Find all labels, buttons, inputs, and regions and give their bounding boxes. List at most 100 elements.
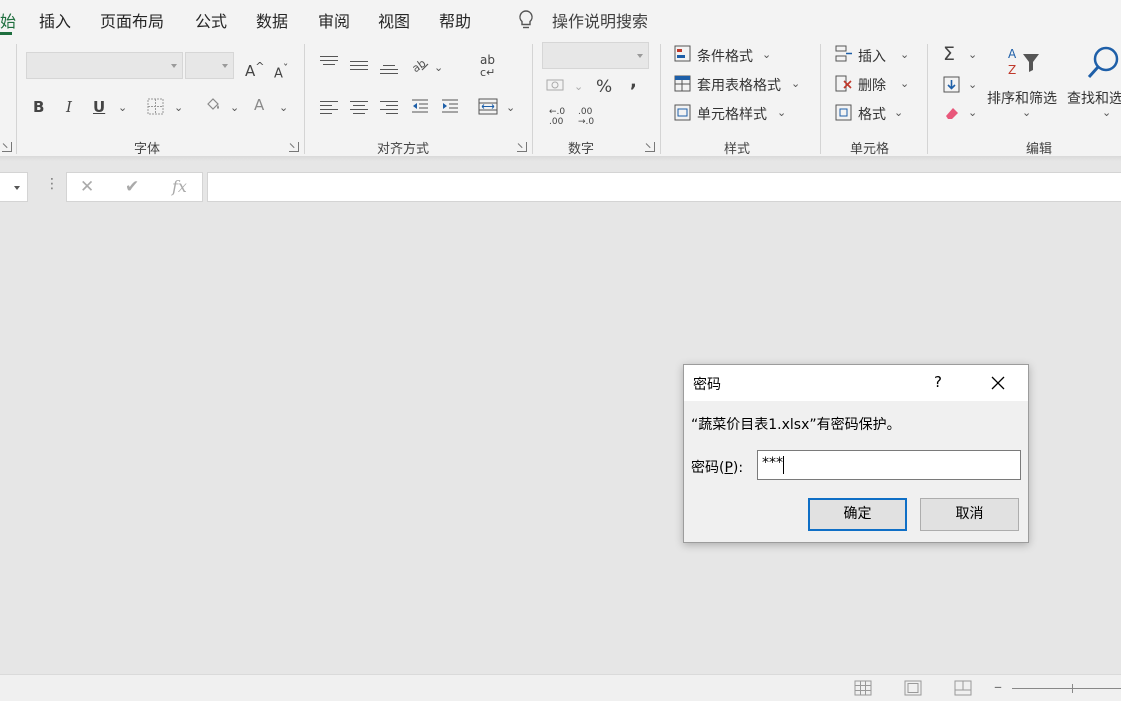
separator — [16, 44, 17, 154]
number-format-combo[interactable] — [542, 42, 649, 69]
chevron-down-icon[interactable]: ⌄ — [506, 101, 515, 114]
font-launcher-icon[interactable] — [289, 142, 299, 152]
align-top-icon[interactable] — [320, 56, 338, 68]
sort-filter-icon: A Z — [1008, 47, 1039, 77]
chevron-down-icon[interactable]: ⌄ — [174, 101, 183, 114]
align-center-icon[interactable] — [350, 101, 368, 117]
chevron-down-icon[interactable]: ⌄ — [118, 101, 127, 114]
decrease-decimal-button[interactable]: .00 →.0 — [578, 107, 594, 127]
zoom-out-button[interactable]: – — [994, 677, 1002, 696]
dialog-title: 密码 — [693, 377, 721, 393]
decrease-indent-icon[interactable] — [410, 98, 430, 115]
accounting-format-icon[interactable] — [546, 78, 566, 94]
chevron-down-icon[interactable]: ⌄ — [230, 101, 239, 114]
zoom-slider-thumb[interactable] — [1072, 684, 1073, 693]
merge-center-icon[interactable] — [478, 98, 498, 115]
normal-view-icon[interactable] — [854, 680, 872, 696]
font-name-combo[interactable] — [26, 52, 183, 79]
percent-style-button[interactable]: % — [596, 77, 612, 97]
tab-help[interactable]: 帮助 — [439, 8, 471, 32]
alignment-launcher-icon[interactable] — [517, 142, 527, 152]
separator — [660, 44, 661, 154]
insert-cells-label: 插入 — [858, 49, 886, 65]
svg-text:ab: ab — [410, 57, 428, 74]
comma-style-button[interactable]: , — [630, 72, 637, 92]
sort-filter-label: 排序和筛选 — [987, 91, 1057, 107]
menu-bar: 始 插入 页面布局 公式 数据 审阅 视图 帮助 操作说明搜索 — [0, 0, 1121, 38]
password-label-suffix: ): — [732, 460, 744, 476]
cancel-formula-icon[interactable]: ✕ — [80, 177, 94, 197]
lightbulb-icon — [519, 10, 533, 29]
align-bottom-icon[interactable] — [380, 65, 398, 77]
tell-me-search[interactable]: 操作说明搜索 — [552, 8, 648, 32]
tab-review[interactable]: 审阅 — [318, 8, 350, 32]
close-icon[interactable] — [987, 372, 1009, 394]
editing-group-label: 编辑 — [1026, 142, 1053, 157]
formula-bar-grip-icon[interactable]: ⋮ — [45, 176, 59, 192]
help-button[interactable]: ? — [934, 373, 942, 391]
tab-page-layout[interactable]: 页面布局 — [100, 8, 164, 32]
align-right-icon[interactable] — [380, 101, 398, 117]
ok-button[interactable]: 确定 — [808, 498, 907, 531]
chevron-down-icon[interactable]: ⌄ — [968, 106, 977, 119]
autosum-button[interactable]: Σ — [943, 44, 955, 64]
fill-down-icon[interactable] — [943, 76, 961, 94]
align-middle-icon[interactable] — [350, 61, 368, 73]
chevron-down-icon: ⌄ — [900, 48, 910, 61]
password-input[interactable]: *** — [757, 450, 1021, 480]
grow-font-icon: A — [245, 62, 256, 80]
chevron-down-icon: ⌄ — [1102, 106, 1112, 119]
tab-formulas[interactable]: 公式 — [195, 8, 227, 32]
underline-button[interactable]: U — [93, 97, 105, 117]
separator — [820, 44, 821, 154]
bold-button[interactable]: B — [33, 97, 44, 117]
chevron-down-icon[interactable]: ⌄ — [968, 78, 977, 91]
page-break-view-icon[interactable] — [954, 680, 972, 696]
alignment-group-label: 对齐方式 — [377, 142, 430, 157]
clear-eraser-icon[interactable] — [943, 104, 961, 122]
separator — [927, 44, 928, 154]
chevron-down-icon[interactable]: ⌄ — [968, 48, 977, 61]
font-color-button[interactable]: A — [254, 95, 264, 115]
tab-insert[interactable]: 插入 — [39, 8, 71, 32]
password-label: 密码(P): — [691, 457, 743, 477]
tab-data[interactable]: 数据 — [256, 8, 288, 32]
font-size-combo[interactable] — [185, 52, 234, 79]
shrink-font-button[interactable]: Aˇ — [274, 59, 288, 84]
chevron-down-icon — [171, 64, 177, 68]
chevron-down-icon[interactable]: ⌄ — [434, 61, 443, 74]
page-layout-view-icon[interactable] — [904, 680, 922, 696]
chevron-down-icon[interactable]: ⌄ — [574, 80, 583, 93]
table-icon — [674, 75, 691, 92]
chevron-down-icon: ⌄ — [1022, 106, 1032, 119]
cancel-button[interactable]: 取消 — [920, 498, 1019, 531]
zoom-slider[interactable] — [1012, 688, 1121, 689]
tab-view[interactable]: 视图 — [378, 8, 410, 32]
tab-home[interactable]: 始 — [0, 8, 16, 32]
insert-cells-icon — [835, 45, 852, 62]
align-left-icon[interactable] — [320, 101, 338, 117]
chevron-down-icon[interactable]: ⌄ — [279, 101, 288, 114]
number-launcher-icon[interactable] — [645, 142, 655, 152]
formula-input[interactable] — [207, 172, 1121, 202]
grow-font-button[interactable]: A^ — [245, 57, 264, 81]
styles-group-label: 样式 — [724, 142, 751, 157]
orientation-icon[interactable]: ab — [410, 56, 430, 74]
borders-icon[interactable] — [147, 98, 164, 115]
password-label-prefix: 密码( — [691, 460, 725, 476]
clipboard-launcher-icon[interactable] — [2, 142, 12, 152]
insert-function-button[interactable]: fx — [172, 177, 187, 196]
fill-color-icon[interactable] — [204, 96, 222, 114]
format-cells-label: 格式 — [858, 107, 886, 123]
name-box[interactable] — [0, 172, 28, 202]
italic-button[interactable]: I — [66, 97, 72, 117]
increase-indent-icon[interactable] — [440, 98, 460, 115]
text-cursor — [783, 456, 784, 474]
cell-styles-icon — [674, 104, 691, 121]
wrap-text-button[interactable]: ab c↵ — [480, 54, 495, 79]
chevron-down-icon — [222, 64, 228, 68]
enter-formula-icon[interactable]: ✔ — [125, 177, 139, 197]
chevron-down-icon: ⌄ — [777, 106, 787, 119]
increase-decimal-button[interactable]: ←.0.00 — [549, 107, 565, 127]
password-label-accesskey: P — [724, 460, 733, 476]
